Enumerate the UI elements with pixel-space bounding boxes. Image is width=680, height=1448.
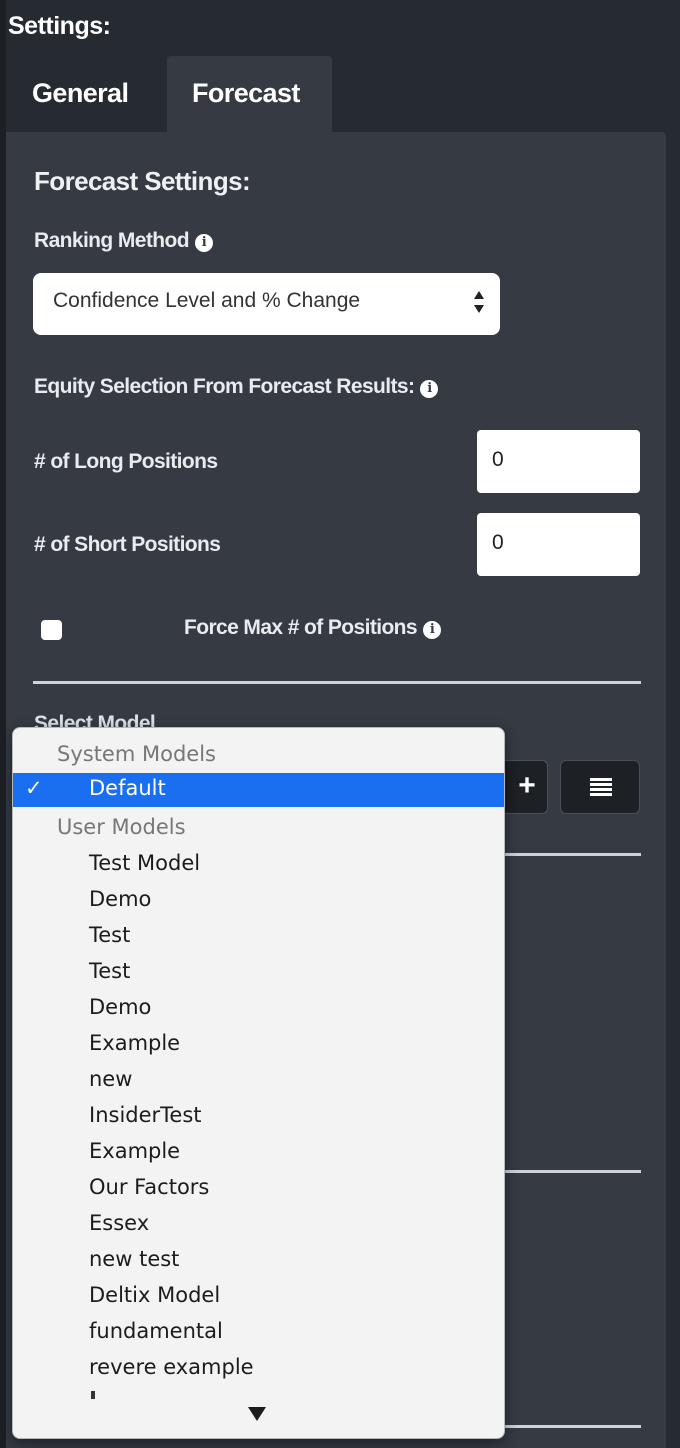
info-icon[interactable]: i <box>194 234 213 252</box>
dropdown-option[interactable]: new test <box>89 1247 179 1271</box>
dropdown-option[interactable]: Essex <box>89 1211 149 1235</box>
equity-selection-label-text: Equity Selection From Forecast Results: <box>34 375 415 398</box>
dropdown-option-label: Default <box>89 776 166 800</box>
info-icon[interactable]: i <box>420 380 439 398</box>
clipped-option-fragment <box>91 1391 95 1399</box>
long-positions-input[interactable]: 0 <box>477 430 640 493</box>
long-positions-label: # of Long Positions <box>34 450 218 473</box>
dropdown-option[interactable]: Test <box>89 923 130 947</box>
dropdown-option-selected[interactable]: ✓ Default <box>13 773 504 807</box>
scroll-down-arrow-icon[interactable] <box>248 1407 266 1421</box>
force-max-label: Force Max # of Positions i <box>184 616 441 640</box>
dropdown-option[interactable]: Example <box>89 1139 180 1163</box>
dropdown-group-label: User Models <box>57 815 186 839</box>
dropdown-option[interactable]: fundamental <box>89 1319 223 1343</box>
dropdown-option[interactable]: Test Model <box>89 851 200 875</box>
divider <box>33 681 641 684</box>
short-positions-label: # of Short Positions <box>34 533 221 556</box>
divider <box>500 853 641 856</box>
settings-title: Settings: <box>8 12 111 40</box>
divider <box>500 1425 641 1428</box>
ranking-method-select[interactable]: Confidence Level and % Change <box>33 273 500 335</box>
dropdown-option[interactable]: revere example <box>89 1355 254 1379</box>
dropdown-option[interactable]: Our Factors <box>89 1175 209 1199</box>
list-icon <box>590 778 612 796</box>
model-dropdown-menu[interactable]: System Models ✓ Default User Models Test… <box>12 727 505 1439</box>
select-arrows-icon <box>474 291 484 317</box>
dropdown-option[interactable]: Example <box>89 1031 180 1055</box>
dropdown-option[interactable]: Demo <box>89 995 151 1019</box>
model-list-button[interactable] <box>560 760 640 814</box>
divider <box>500 1170 641 1173</box>
dropdown-option[interactable]: Deltix Model <box>89 1283 220 1307</box>
equity-selection-label: Equity Selection From Forecast Results: i <box>34 375 439 399</box>
force-max-label-text: Force Max # of Positions <box>184 616 418 639</box>
dropdown-option[interactable]: InsiderTest <box>89 1103 202 1127</box>
dropdown-option[interactable]: Test <box>89 959 130 983</box>
section-heading: Forecast Settings: <box>34 166 251 196</box>
ranking-method-label: Ranking Method i <box>34 229 213 253</box>
dropdown-option[interactable]: new <box>89 1067 132 1091</box>
force-max-checkbox[interactable] <box>41 620 62 640</box>
dropdown-group-label: System Models <box>57 742 216 766</box>
ranking-method-label-text: Ranking Method <box>34 229 190 252</box>
tab-general[interactable]: General <box>32 56 129 132</box>
info-icon[interactable]: i <box>423 621 441 639</box>
checkmark-icon: ✓ <box>25 776 43 800</box>
dropdown-option[interactable]: Demo <box>89 887 151 911</box>
ranking-method-value: Confidence Level and % Change <box>53 289 361 312</box>
tab-forecast[interactable]: Forecast <box>167 56 332 132</box>
short-positions-input[interactable]: 0 <box>477 513 640 576</box>
